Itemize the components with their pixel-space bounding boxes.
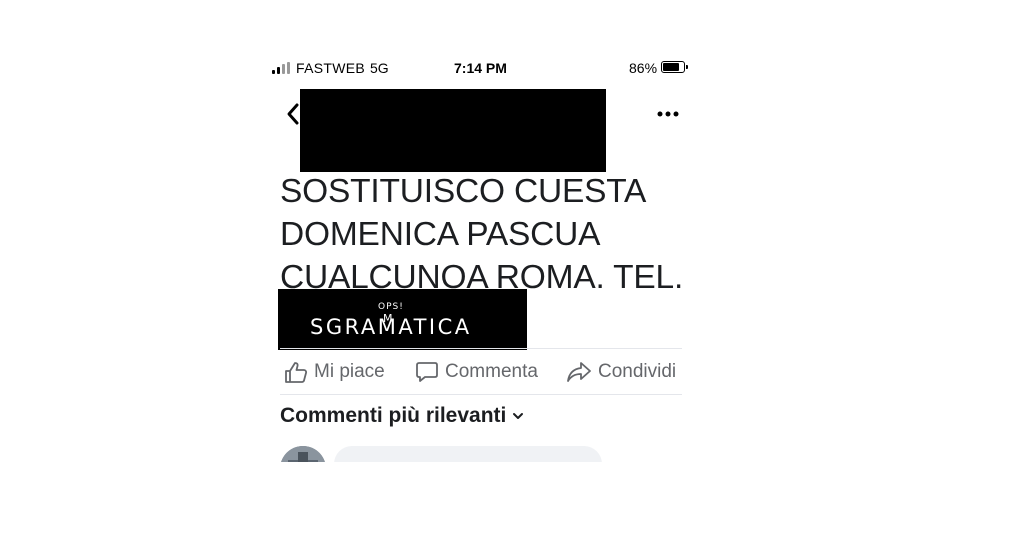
like-label: Mi piace: [314, 361, 385, 382]
share-label: Condividi: [598, 361, 677, 382]
like-button[interactable]: Mi piace: [284, 359, 385, 385]
share-arrow-icon: [567, 362, 591, 382]
more-dots-icon: [657, 111, 679, 117]
divider: [280, 348, 682, 349]
status-time: 7:14 PM: [454, 60, 507, 76]
battery-icon: [661, 61, 688, 73]
sticker-word: SGRAMATICA: [310, 315, 472, 339]
network-type: 5G: [370, 60, 389, 76]
status-bar: FASTWEB 5G 7:14 PM 86%: [272, 58, 692, 78]
redacted-author-block: [300, 89, 606, 172]
comment-bubble-icon: [416, 362, 438, 382]
signal-icon: [272, 62, 294, 74]
crop-edge: [270, 462, 710, 536]
comments-sort-dropdown[interactable]: Commenti più rilevanti: [280, 404, 524, 428]
post-line: DOMENICA PASCUA: [280, 216, 601, 253]
carrier-name: FASTWEB: [296, 60, 365, 76]
share-button[interactable]: Condividi: [566, 359, 676, 385]
battery-percent: 86%: [629, 60, 658, 76]
post-line: SOSTITUISCO CUESTA: [280, 173, 647, 210]
chevron-down-icon: [513, 413, 524, 419]
comments-heading: Commenti più rilevanti: [280, 404, 507, 427]
thumbs-up-icon: [285, 362, 308, 383]
sticker-insert-note: OPS!: [378, 302, 404, 312]
comment-label: Commenta: [445, 361, 538, 382]
more-options-button[interactable]: [655, 106, 681, 122]
comment-button[interactable]: Commenta: [415, 359, 538, 385]
divider: [280, 394, 682, 395]
post-text: SOSTITUISCO CUESTA DOMENICA PASCUA CUALC…: [280, 170, 700, 299]
